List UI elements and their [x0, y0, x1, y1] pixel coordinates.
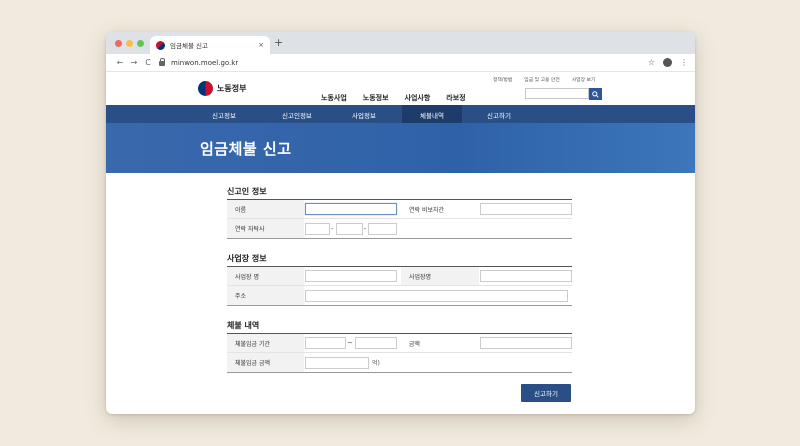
business-name-input[interactable]: [305, 270, 397, 282]
utility-link[interactable]: 정책/방법: [493, 76, 512, 83]
field-label: 사업장 명: [227, 267, 304, 285]
section-title: 체불 내역: [227, 321, 260, 330]
new-tab-button[interactable]: +: [274, 37, 283, 49]
site-logo[interactable]: 노동정부: [198, 81, 246, 96]
field-label: 주소: [227, 286, 304, 305]
field-label: 연락 비보자간: [409, 206, 445, 214]
sub-nav-item[interactable]: 신고인정보: [282, 110, 312, 120]
back-icon[interactable]: ←: [113, 58, 127, 67]
window-controls: [115, 40, 144, 47]
field-label: 이름: [227, 200, 304, 218]
submit-report-button[interactable]: 신고하기: [521, 384, 571, 402]
section-title: 사업장 정보: [227, 254, 267, 263]
form-row: 이름 연락 비보자간: [227, 200, 572, 219]
report-form: 신고인 정보 이름 연락 비보자간 연락 자탁사 - - 사업장 정보 사업장 …: [227, 184, 572, 385]
field-label: 금액: [408, 340, 420, 348]
site-search-input[interactable]: [525, 88, 589, 99]
field-label: 체불임금 금액: [227, 353, 304, 372]
tab-title: 임금체불 신고: [170, 42, 208, 50]
business-rep-input[interactable]: [480, 270, 572, 282]
field-label: 체불임금 기간: [227, 334, 304, 352]
phone-separator: -: [363, 224, 367, 233]
form-row: 연락 자탁사 - -: [227, 219, 572, 238]
minimize-window-button[interactable]: [126, 40, 133, 47]
amount-input[interactable]: [479, 337, 572, 349]
close-window-button[interactable]: [115, 40, 122, 47]
main-nav-item[interactable]: 노동사업: [321, 93, 347, 103]
tab-strip: 임금체불 신고 × +: [106, 32, 695, 54]
sub-nav-item[interactable]: 신고하기: [487, 110, 511, 120]
field-label: 사업장명: [401, 267, 479, 285]
utility-links: 정책/방법 임금 및 고용 안전 사업장 보기: [493, 76, 595, 83]
browser-tab[interactable]: 임금체불 신고 ×: [150, 36, 270, 54]
search-icon: [592, 90, 599, 98]
form-row: 주소: [227, 286, 572, 305]
tab-close-icon[interactable]: ×: [258, 41, 264, 49]
utility-link[interactable]: 임금 및 고용 안전: [524, 76, 559, 83]
utility-link[interactable]: 사업장 보기: [572, 76, 596, 83]
maximize-window-button[interactable]: [137, 40, 144, 47]
sub-nav-item-active[interactable]: 체불내역: [420, 110, 444, 120]
period-start-input[interactable]: [305, 337, 346, 349]
main-nav-item[interactable]: 라보정: [446, 93, 465, 103]
menu-icon[interactable]: ⋮: [680, 58, 688, 67]
phone-part-2-input[interactable]: [335, 222, 363, 235]
phone-separator: -: [331, 224, 334, 233]
period-end-input[interactable]: [354, 337, 397, 349]
sub-nav: 신고정보 신고인정보 사업정보 체불내역 신고하기: [106, 105, 695, 123]
lock-icon: [159, 58, 165, 66]
phone-part-1-input[interactable]: [305, 222, 330, 235]
form-row: 체불임금 금액 억): [227, 353, 572, 372]
sub-nav-item[interactable]: 신고정보: [212, 110, 236, 120]
name-input[interactable]: [305, 203, 397, 215]
arrears-section: 체불임금 기간 ~ 금액 체불임금 금액 억): [227, 333, 572, 373]
taegeuk-logo-icon: [198, 81, 213, 96]
period-separator: ~: [347, 339, 353, 347]
amount-unit: 억): [372, 360, 380, 367]
page-banner: 임금체불 신고: [106, 123, 695, 173]
reporter-section: 이름 연락 비보자간 연락 자탁사 - -: [227, 199, 572, 239]
phone-part-3-input[interactable]: [368, 222, 398, 235]
reload-icon[interactable]: C: [141, 58, 155, 67]
url-field[interactable]: minwon.moel.go.kr: [159, 57, 642, 69]
field-label: 연락 자탁사: [227, 219, 304, 238]
sub-nav-item[interactable]: 사업정보: [352, 110, 376, 120]
logo-text: 노동정부: [217, 84, 247, 93]
profile-icon[interactable]: [663, 58, 672, 67]
main-nav-item[interactable]: 노동정보: [363, 93, 389, 103]
main-nav-item[interactable]: 사업사항: [405, 93, 431, 103]
address-bar: ← → C minwon.moel.go.kr ☆ ⋮: [106, 54, 695, 72]
form-row: 체불임금 기간 ~ 금액: [227, 334, 572, 353]
url-text: minwon.moel.go.kr: [171, 58, 239, 67]
browser-window: 임금체불 신고 × + ← → C minwon.moel.go.kr ☆ ⋮ …: [106, 32, 695, 414]
address-input[interactable]: [305, 289, 568, 302]
bookmark-star-icon[interactable]: ☆: [648, 58, 655, 67]
total-amount-input[interactable]: [305, 356, 369, 369]
forward-icon[interactable]: →: [127, 58, 141, 67]
search-button[interactable]: [589, 88, 602, 100]
section-title: 신고인 정보: [227, 187, 267, 196]
main-nav: 노동사업 노동정보 사업사항 라보정: [321, 93, 466, 103]
site-header: 노동정부 노동사업 노동정보 사업사항 라보정 정책/방법 임금 및 고용 안전…: [106, 72, 695, 105]
form-row: 사업장 명 사업장명: [227, 267, 572, 286]
workplace-section: 사업장 명 사업장명 주소: [227, 266, 572, 306]
favicon-icon: [156, 40, 165, 50]
page-title: 임금체불 신고: [200, 140, 292, 158]
contact-time-input[interactable]: [480, 203, 572, 215]
